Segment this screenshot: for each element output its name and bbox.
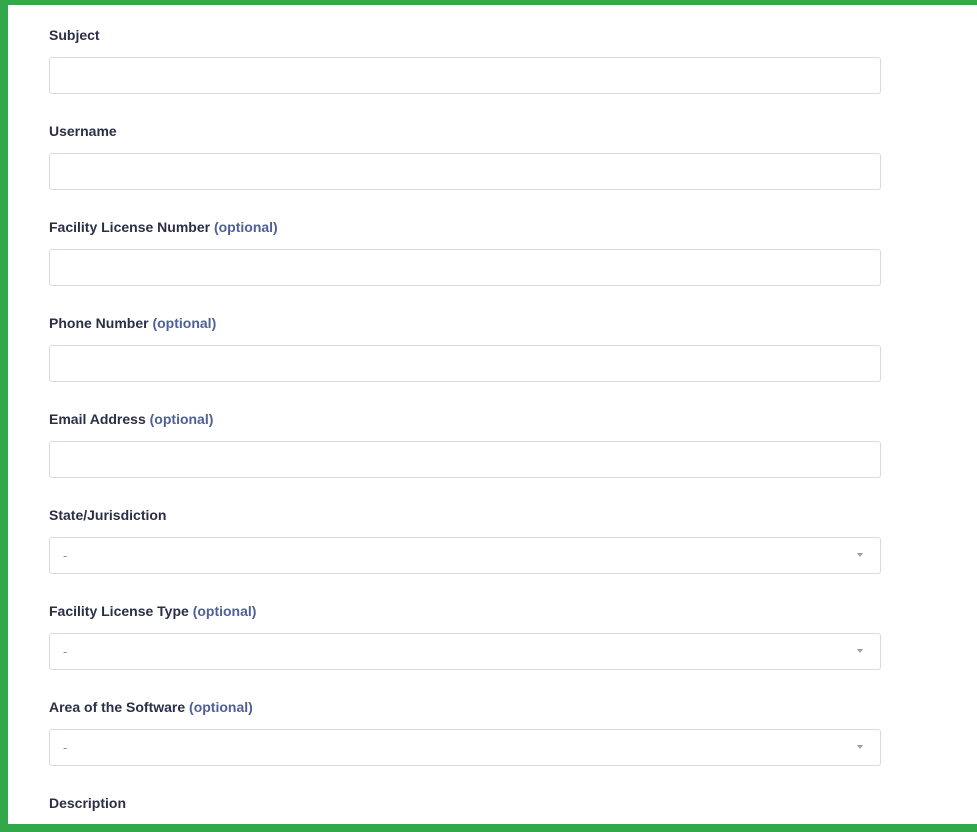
facility-license-number-label: Facility License Number (optional) bbox=[49, 219, 881, 235]
optional-tag: (optional) bbox=[149, 411, 214, 427]
phone-number-input[interactable] bbox=[49, 345, 881, 382]
support-form: Subject Username Facility License Number… bbox=[49, 27, 881, 795]
area-of-software-label: Area of the Software (optional) bbox=[49, 699, 881, 715]
username-field-group: Username bbox=[49, 123, 881, 219]
phone-number-label: Phone Number (optional) bbox=[49, 315, 881, 331]
state-jurisdiction-select[interactable]: - bbox=[49, 537, 881, 574]
area-of-software-select[interactable]: - bbox=[49, 729, 881, 766]
email-address-field-group: Email Address (optional) bbox=[49, 411, 881, 507]
facility-license-number-field-group: Facility License Number (optional) bbox=[49, 219, 881, 315]
description-label-text: Description bbox=[49, 795, 127, 811]
phone-number-label-text: Phone Number bbox=[49, 315, 149, 331]
username-label: Username bbox=[49, 123, 881, 139]
facility-license-number-input[interactable] bbox=[49, 249, 881, 286]
facility-license-type-select[interactable]: - bbox=[49, 633, 881, 670]
area-of-software-field-group: Area of the Software (optional) - bbox=[49, 699, 881, 795]
state-jurisdiction-selected-value: - bbox=[63, 548, 68, 563]
state-jurisdiction-label: State/Jurisdiction bbox=[49, 507, 881, 523]
subject-field-group: Subject bbox=[49, 27, 881, 123]
facility-license-type-selected-value: - bbox=[63, 644, 68, 659]
username-label-text: Username bbox=[49, 123, 117, 139]
state-jurisdiction-field-group: State/Jurisdiction - bbox=[49, 507, 881, 603]
subject-label-text: Subject bbox=[49, 27, 100, 43]
email-address-input[interactable] bbox=[49, 441, 881, 478]
subject-input[interactable] bbox=[49, 57, 881, 94]
phone-number-field-group: Phone Number (optional) bbox=[49, 315, 881, 411]
facility-license-type-label-text: Facility License Type bbox=[49, 603, 189, 619]
email-address-label: Email Address (optional) bbox=[49, 411, 881, 427]
area-of-software-selected-value: - bbox=[63, 740, 68, 755]
username-input[interactable] bbox=[49, 153, 881, 190]
facility-license-number-label-text: Facility License Number bbox=[49, 219, 211, 235]
facility-license-type-field-group: Facility License Type (optional) - bbox=[49, 603, 881, 699]
description-label: Description bbox=[49, 795, 126, 811]
optional-tag: (optional) bbox=[192, 603, 257, 619]
chevron-down-icon bbox=[857, 649, 863, 653]
support-form-frame: Subject Username Facility License Number… bbox=[0, 0, 977, 832]
chevron-down-icon bbox=[857, 745, 863, 749]
subject-label: Subject bbox=[49, 27, 881, 43]
optional-tag: (optional) bbox=[189, 699, 253, 715]
optional-tag: (optional) bbox=[152, 315, 217, 331]
email-address-label-text: Email Address bbox=[49, 411, 146, 427]
chevron-down-icon bbox=[857, 553, 863, 557]
area-of-software-label-text: Area of the Software bbox=[49, 699, 186, 715]
description-field-group: Description bbox=[49, 795, 126, 811]
optional-tag: (optional) bbox=[213, 219, 278, 235]
facility-license-type-label: Facility License Type (optional) bbox=[49, 603, 881, 619]
state-jurisdiction-label-text: State/Jurisdiction bbox=[49, 507, 167, 523]
